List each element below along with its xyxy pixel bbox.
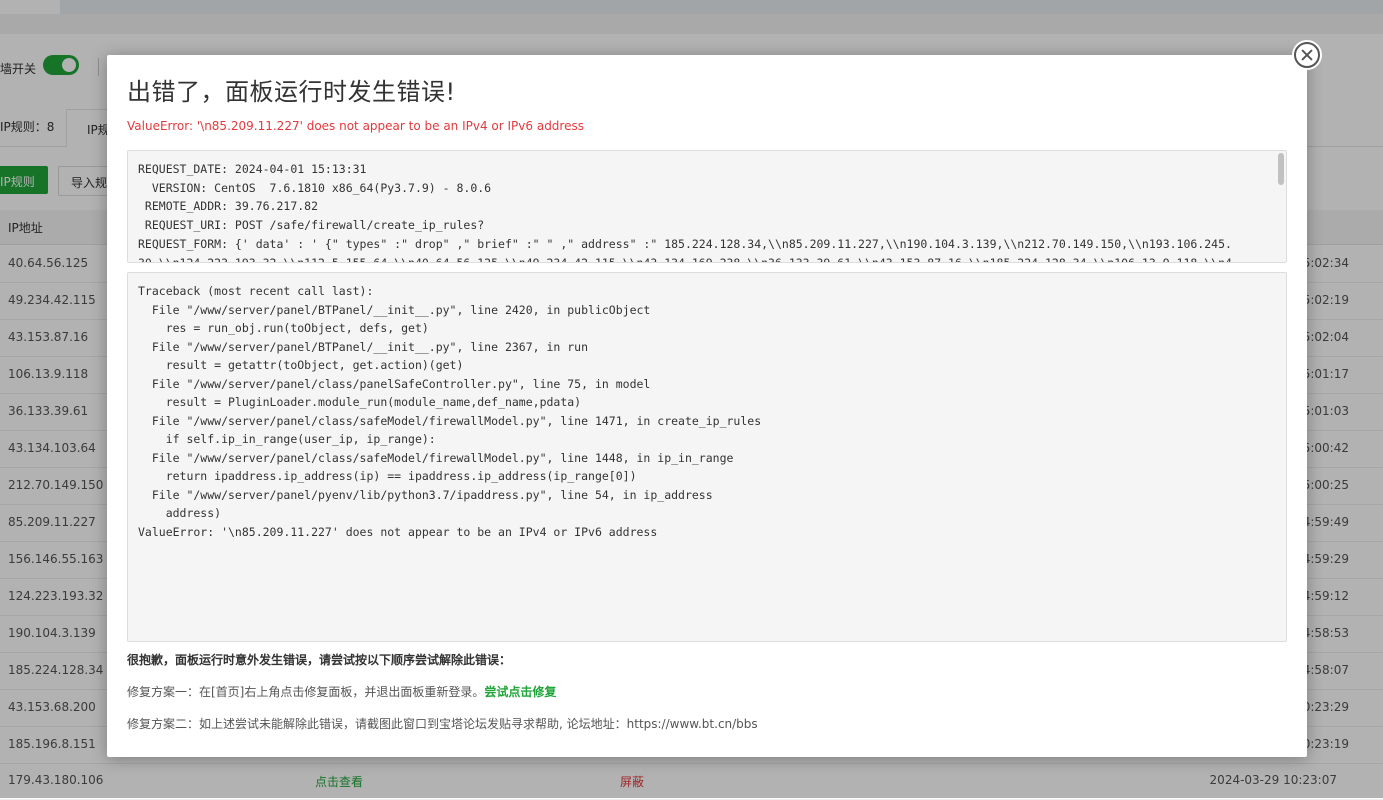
request-info-box[interactable]: REQUEST_DATE: 2024-04-01 15:13:31 VERSIO… (127, 150, 1287, 263)
apology-text: 很抱歉，面板运行时意外发生错误，请尝试按以下顺序尝试解除此错误： (127, 653, 512, 667)
try-repair-link[interactable]: 尝试点击修复 (484, 685, 556, 699)
traceback-box[interactable]: Traceback (most recent call last): File … (127, 272, 1287, 642)
fix-option-one-text: 修复方案一：在[首页]右上角点击修复面板，并退出面板重新登录。 (127, 685, 485, 699)
traceback-text: Traceback (most recent call last): File … (138, 284, 762, 539)
error-message: ValueError: '\n85.209.11.227' does not a… (127, 119, 584, 133)
fix-option-one: 修复方案一：在[首页]右上角点击修复面板，并退出面板重新登录。尝试点击修复 (127, 683, 556, 700)
dialog-title: 出错了，面板运行时发生错误! (127, 78, 456, 106)
request-info-text: REQUEST_DATE: 2024-04-01 15:13:31 VERSIO… (138, 162, 1232, 263)
scrollbar[interactable] (1278, 153, 1284, 185)
fix-option-two: 修复方案二：如上述尝试未能解除此错误，请截图此窗口到宝塔论坛发贴寻求帮助, 论坛… (127, 717, 758, 731)
error-dialog: 出错了，面板运行时发生错误! ValueError: '\n85.209.11.… (107, 55, 1307, 757)
close-icon[interactable] (1292, 40, 1322, 70)
